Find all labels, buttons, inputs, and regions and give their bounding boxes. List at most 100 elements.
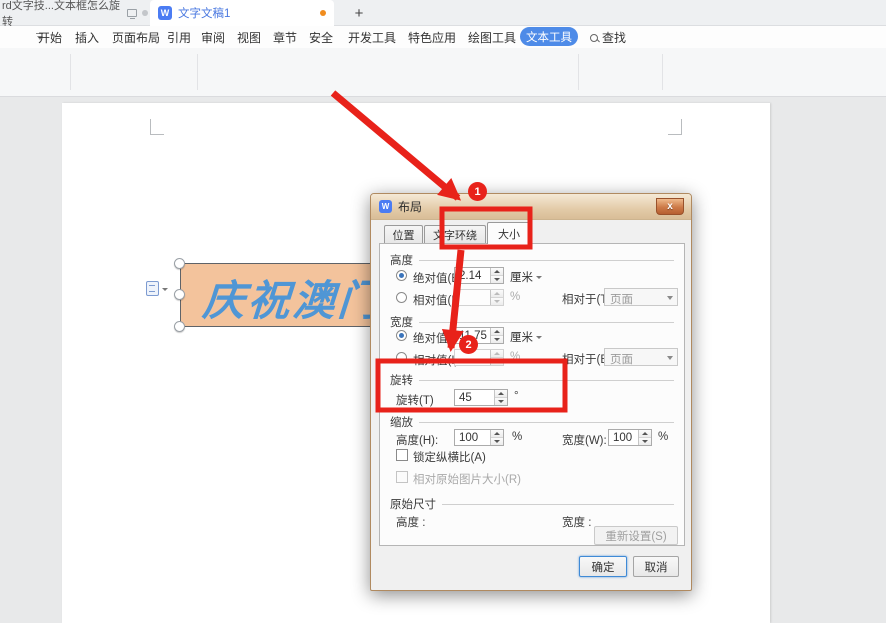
height-absolute-radio[interactable]	[396, 270, 407, 281]
width-absolute-radio[interactable]	[396, 330, 407, 341]
cancel-button[interactable]: 取消	[633, 556, 679, 577]
original-height-label: 高度 :	[396, 514, 425, 530]
group-divider	[662, 54, 663, 90]
width-group-caption: 宽度	[390, 314, 674, 330]
search-icon	[590, 34, 598, 42]
spin-down-icon	[491, 357, 503, 365]
find-button[interactable]: 查找	[590, 29, 626, 46]
height-percent-label: %	[510, 291, 520, 303]
spin-up-icon[interactable]	[639, 430, 651, 437]
app-window: rd文字技...文本框怎么旋转 W 文字文稿1 + 开始 插入 页面布局 引用 …	[0, 0, 886, 623]
scale-width-label: 宽度(W):	[562, 432, 607, 448]
new-tab-button[interactable]: +	[348, 2, 370, 24]
scale-height-input[interactable]: 100	[454, 429, 504, 446]
tab-previous-label: rd文字技...文本框怎么旋转	[2, 0, 122, 29]
spin-up-icon[interactable]	[495, 390, 507, 397]
margin-mark-top-right	[668, 119, 682, 135]
spin-down-icon[interactable]	[639, 437, 651, 445]
relative-to-original-checkbox	[396, 471, 408, 483]
scale-width-input[interactable]: 100	[608, 429, 652, 446]
unsaved-dot-icon	[320, 10, 326, 16]
find-label: 查找	[602, 29, 626, 46]
menu-view[interactable]: 视图	[237, 29, 261, 46]
group-divider	[70, 54, 71, 90]
scale-height-percent: %	[512, 431, 522, 443]
tab-size[interactable]: 大小	[487, 222, 531, 244]
lock-aspect-ratio-checkbox[interactable]	[396, 449, 408, 461]
resize-handle-middle-left[interactable]	[174, 289, 185, 300]
degree-label: °	[514, 390, 519, 402]
wps-logo-icon: W	[158, 6, 172, 20]
spin-up-icon	[491, 290, 503, 297]
spin-down-icon[interactable]	[495, 397, 507, 405]
dialog-title: 布局	[398, 198, 422, 215]
layout-options-caret-icon[interactable]	[162, 288, 168, 291]
tab-active-document[interactable]: W 文字文稿1	[150, 0, 334, 26]
original-width-label: 宽度 :	[562, 514, 591, 530]
tab-previous-document[interactable]: rd文字技...文本框怎么旋转	[0, 0, 148, 26]
relative-to-original-label: 相对原始图片大小(R)	[413, 471, 521, 487]
menu-section[interactable]: 章节	[273, 29, 297, 46]
menu-page-layout[interactable]: 页面布局	[112, 29, 160, 46]
scale-height-label: 高度(H):	[396, 432, 438, 448]
width-percent-label: %	[510, 351, 520, 363]
spin-down-icon[interactable]	[491, 437, 503, 445]
width-unit-dropdown[interactable]: 厘米	[510, 329, 542, 345]
margin-mark-top-left	[150, 119, 164, 135]
annotation-step-2: 2	[459, 335, 478, 354]
reset-button: 重新设置(S)	[594, 526, 678, 545]
spin-down-icon[interactable]	[491, 275, 503, 283]
menu-home[interactable]: 开始	[38, 29, 62, 46]
height-relative-radio[interactable]	[396, 292, 407, 303]
width-relative-to-dropdown: 页面	[604, 348, 678, 366]
annotation-step-1: 1	[468, 182, 487, 201]
spin-down-icon	[491, 297, 503, 305]
menu-dev-tools[interactable]: 开发工具	[348, 29, 396, 46]
menu-insert[interactable]: 插入	[75, 29, 99, 46]
spin-up-icon[interactable]	[491, 328, 503, 335]
layout-options-icon[interactable]	[146, 281, 159, 296]
menu-special-features[interactable]: 特色应用	[408, 29, 456, 46]
tab-status-dot	[142, 10, 148, 16]
height-relative-to-dropdown: 页面	[604, 288, 678, 306]
group-divider	[197, 54, 198, 90]
rotation-label: 旋转(T)	[396, 392, 434, 408]
height-relative-input	[454, 289, 504, 306]
height-absolute-input[interactable]: 2.14	[454, 267, 504, 284]
scale-width-percent: %	[658, 431, 668, 443]
layout-dialog: W 布局 x 位置 文字环绕 大小 高度 绝对值(E) 2.14 厘米 相对值(…	[370, 193, 692, 591]
tab-active-label: 文字文稿1	[178, 5, 314, 21]
resize-handle-bottom-left[interactable]	[174, 321, 185, 332]
menu-bar: 开始 插入 页面布局 引用 审阅 视图 章节 安全 开发工具 特色应用 绘图工具…	[0, 26, 886, 48]
browser-tab-bar: rd文字技...文本框怎么旋转 W 文字文稿1 +	[0, 0, 886, 26]
width-relative-radio[interactable]	[396, 352, 407, 363]
tab-text-tools[interactable]: 文本工具	[520, 27, 578, 46]
menu-references[interactable]: 引用	[167, 29, 191, 46]
tab-position[interactable]: 位置	[384, 225, 423, 243]
ok-button[interactable]: 确定	[579, 556, 627, 577]
size-tab-panel: 高度 绝对值(E) 2.14 厘米 相对值(L) % 相对于(T) 页面 宽度 …	[379, 243, 685, 546]
spin-up-icon[interactable]	[491, 430, 503, 437]
menu-review[interactable]: 审阅	[201, 29, 225, 46]
dialog-close-button[interactable]: x	[656, 198, 684, 215]
lock-aspect-ratio-label: 锁定纵横比(A)	[413, 449, 486, 465]
dialog-title-bar[interactable]: W 布局	[371, 194, 691, 220]
rotate-group-caption: 旋转	[390, 372, 674, 388]
menu-security[interactable]: 安全	[309, 29, 333, 46]
ribbon-toolbar: A+ A- ab A A A A A A A A	[0, 48, 886, 97]
height-unit-dropdown[interactable]: 厘米	[510, 269, 542, 285]
resize-handle-top-left[interactable]	[174, 258, 185, 269]
monitor-icon	[127, 9, 137, 17]
rotation-input[interactable]: 45	[454, 389, 508, 406]
tab-text-wrap[interactable]: 文字环绕	[424, 225, 486, 243]
width-relative-label: 相对值(I)	[413, 352, 458, 368]
group-divider	[578, 54, 579, 90]
spin-up-icon	[491, 350, 503, 357]
menu-drawing-tools[interactable]: 绘图工具	[468, 29, 516, 46]
spin-up-icon[interactable]	[491, 268, 503, 275]
wps-logo-icon: W	[379, 200, 392, 213]
scale-group-caption: 缩放	[390, 414, 674, 430]
original-size-caption: 原始尺寸	[390, 496, 674, 512]
spin-down-icon[interactable]	[491, 335, 503, 343]
height-group-caption: 高度	[390, 252, 674, 268]
